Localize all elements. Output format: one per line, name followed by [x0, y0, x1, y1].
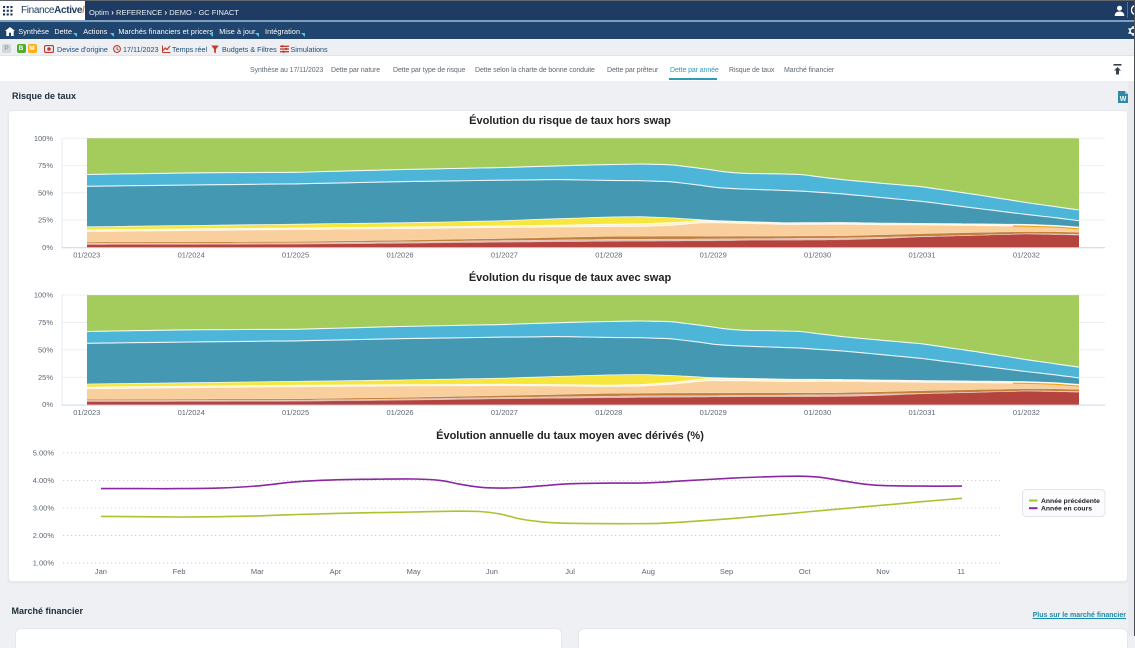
svg-text:3.00%: 3.00% — [33, 504, 55, 513]
svg-text:2.00%: 2.00% — [33, 531, 55, 540]
svg-text:Année en cours: Année en cours — [1041, 506, 1092, 513]
svg-text:Feb: Feb — [173, 567, 186, 576]
svg-text:Évolution annuelle du taux moy: Évolution annuelle du taux moyen avec dé… — [436, 429, 704, 442]
svg-text:01/2025: 01/2025 — [282, 251, 309, 260]
svg-text:75%: 75% — [38, 161, 53, 170]
svg-text:01/2027: 01/2027 — [491, 251, 518, 260]
svg-text:50%: 50% — [38, 345, 53, 354]
svg-text:Jun: Jun — [486, 567, 498, 576]
svg-text:01/2030: 01/2030 — [804, 251, 831, 260]
svg-text:Jul: Jul — [565, 567, 575, 576]
svg-text:75%: 75% — [38, 318, 53, 327]
svg-text:25%: 25% — [38, 373, 53, 382]
svg-text:01/2031: 01/2031 — [908, 251, 935, 260]
svg-text:01/2032: 01/2032 — [1013, 251, 1040, 260]
svg-text:100%: 100% — [34, 134, 54, 143]
svg-text:01/2025: 01/2025 — [282, 408, 309, 417]
svg-text:4.00%: 4.00% — [33, 476, 55, 485]
svg-text:Jan: Jan — [95, 567, 107, 576]
svg-text:Évolution du risque de taux av: Évolution du risque de taux avec swap — [469, 271, 672, 284]
svg-text:50%: 50% — [38, 188, 53, 197]
svg-text:Apr: Apr — [330, 567, 342, 576]
svg-text:25%: 25% — [38, 216, 53, 225]
svg-text:01/2024: 01/2024 — [178, 408, 205, 417]
svg-text:01/2029: 01/2029 — [700, 251, 727, 260]
svg-text:01/2029: 01/2029 — [700, 408, 727, 417]
svg-text:01/2030: 01/2030 — [804, 408, 831, 417]
svg-text:01/2024: 01/2024 — [178, 251, 205, 260]
svg-text:Évolution du risque de taux ho: Évolution du risque de taux hors swap — [469, 114, 671, 127]
svg-text:01/2026: 01/2026 — [386, 251, 413, 260]
svg-text:0%: 0% — [42, 400, 53, 409]
svg-text:5.00%: 5.00% — [33, 448, 55, 457]
svg-text:01/2027: 01/2027 — [491, 408, 518, 417]
svg-text:0%: 0% — [42, 243, 53, 252]
svg-text:01/2023: 01/2023 — [73, 251, 100, 260]
svg-text:01/2032: 01/2032 — [1013, 408, 1040, 417]
svg-text:11: 11 — [957, 567, 965, 576]
svg-text:1.00%: 1.00% — [33, 559, 55, 568]
svg-text:100%: 100% — [34, 291, 54, 300]
svg-text:May: May — [407, 567, 421, 576]
svg-text:01/2023: 01/2023 — [73, 408, 100, 417]
svg-text:Nov: Nov — [876, 567, 890, 576]
svg-text:Sep: Sep — [720, 567, 733, 576]
svg-text:Année précédente: Année précédente — [1041, 498, 1100, 505]
svg-text:01/2026: 01/2026 — [386, 408, 413, 417]
svg-text:Oct: Oct — [799, 567, 812, 576]
svg-text:01/2028: 01/2028 — [595, 251, 622, 260]
svg-text:Aug: Aug — [642, 567, 655, 576]
svg-text:Mar: Mar — [251, 567, 264, 576]
svg-text:01/2031: 01/2031 — [908, 408, 935, 417]
svg-text:01/2028: 01/2028 — [595, 408, 622, 417]
